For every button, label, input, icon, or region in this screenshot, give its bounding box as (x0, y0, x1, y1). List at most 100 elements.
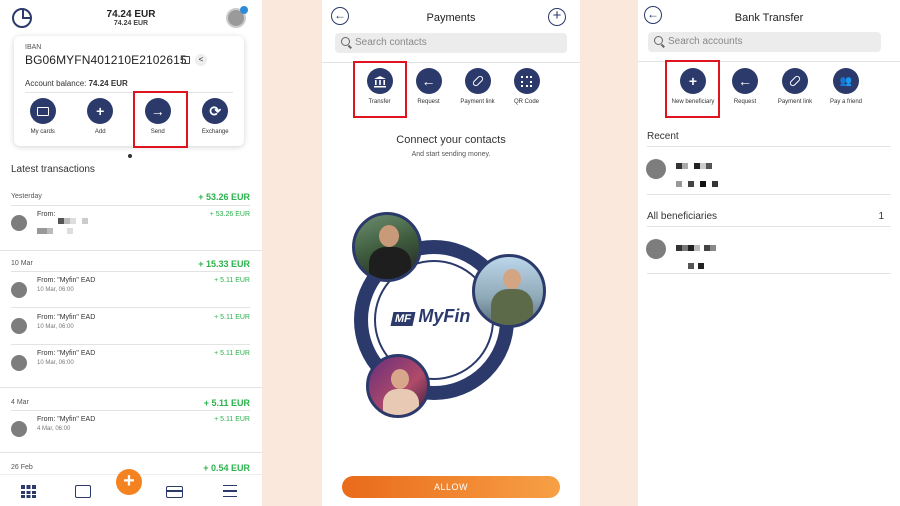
day-label: 26 Feb (11, 464, 33, 471)
iban-value: BG06MYFN401210E2102615 (25, 53, 187, 67)
transaction-amount: + 5.11 EUR (214, 277, 250, 284)
request-button[interactable]: ← Request (404, 68, 453, 105)
account-balance-label: Account balance: (25, 79, 87, 88)
myfin-logo: MF MyFin (390, 306, 471, 327)
page-indicator-dot (128, 154, 132, 158)
search-input[interactable]: Search contacts (335, 33, 567, 53)
divider (11, 205, 250, 206)
page-title: Payments (426, 12, 476, 24)
bank-icon (11, 421, 27, 437)
action-label: Pay a friend (829, 99, 863, 105)
bank-transfer-screen: ← Bank Transfer Search accounts + New be… (638, 0, 900, 506)
search-placeholder: Search accounts (668, 36, 743, 47)
transaction-date: 10 Mar, 06:00 (37, 287, 74, 293)
action-label: My cards (30, 129, 55, 135)
search-icon (654, 36, 663, 45)
myfin-logo-text: MyFin (418, 306, 471, 326)
divider (647, 146, 891, 147)
divider (0, 452, 262, 453)
page-title: Bank Transfer (734, 12, 804, 24)
send-highlight-box (133, 91, 188, 148)
transaction-date: 10 Mar, 06:00 (37, 360, 74, 366)
divider (0, 250, 262, 251)
plus-icon: + (87, 98, 114, 124)
search-input[interactable]: Search accounts (648, 32, 881, 52)
action-label: QR Code (513, 99, 539, 105)
bank-icon (11, 215, 27, 231)
share-icon[interactable]: < (195, 54, 207, 66)
copy-icon[interactable] (182, 56, 190, 64)
payment-link-button[interactable]: Payment link (453, 68, 502, 105)
transaction-amount: + 5.11 EUR (214, 350, 250, 357)
contact-photo-3 (366, 354, 430, 418)
allow-button[interactable]: ALLOW (342, 476, 560, 498)
card-actions: My cards + Add → Send ⟳ Exchange (14, 98, 244, 135)
account-balance-value: 74.24 EUR (88, 79, 128, 88)
action-label: Request (733, 99, 757, 105)
account-balance-row: Account balance: 74.24 EUR (25, 79, 128, 88)
divider (11, 344, 250, 345)
transaction-from: From: "Myfin" EAD (37, 277, 96, 284)
analytics-icon[interactable] (75, 485, 91, 498)
contact-photo-2 (472, 254, 546, 328)
transaction-amount: + 5.11 EUR (214, 416, 250, 423)
action-label: Exchange (201, 129, 229, 135)
day-total: + 53.26 EUR (198, 192, 250, 202)
header-balance: 74.24 EUR (106, 9, 156, 20)
bank-icon (11, 355, 27, 371)
myfin-logo-mark: MF (390, 312, 416, 326)
iban-label: IBAN (25, 44, 42, 51)
action-label: Payment link (460, 99, 495, 105)
add-button[interactable]: + Add (75, 98, 125, 135)
transaction-from: From: (37, 211, 56, 218)
new-beneficiary-highlight-box (665, 60, 720, 118)
card-nav-icon[interactable] (166, 486, 183, 498)
avatar[interactable] (226, 6, 248, 28)
beneficiaries-count: 1 (878, 211, 884, 222)
transaction-from: From: "Myfin" EAD (37, 314, 96, 321)
divider (0, 387, 262, 388)
arrow-left-icon: ← (732, 68, 758, 94)
arrow-left-icon: ← (415, 68, 442, 94)
search-placeholder: Search contacts (355, 37, 427, 48)
menu-icon[interactable] (223, 485, 237, 497)
notification-dot (240, 6, 248, 14)
redacted-detail (37, 221, 73, 239)
day-total: + 15.33 EUR (198, 259, 250, 269)
redacted-name (676, 156, 746, 192)
my-cards-button[interactable]: My cards (18, 98, 68, 135)
day-total: + 5.11 EUR (203, 398, 250, 408)
exchange-button[interactable]: ⟳ Exchange (190, 98, 240, 135)
qr-code-button[interactable]: QR Code (502, 68, 551, 105)
grid-icon[interactable] (21, 485, 36, 498)
action-label: Payment link (777, 99, 813, 105)
recent-label: Recent (647, 131, 679, 142)
divider (25, 92, 233, 93)
pay-a-friend-button[interactable]: 👥 Pay a friend (820, 68, 872, 105)
account-card: IBAN BG06MYFN401210E2102615 < Account ba… (14, 36, 244, 146)
divider (647, 273, 891, 274)
header-balance-sub: 74.24 EUR (113, 20, 149, 27)
fab-plus-button[interactable]: + (116, 469, 142, 495)
payments-screen: ← Payments + Search contacts Transfer ← … (322, 0, 580, 506)
dashboard-screen: 74.24 EUR 74.24 EUR IBAN BG06MYFN401210E… (0, 0, 262, 506)
transaction-amount: + 5.11 EUR (214, 314, 250, 321)
exchange-icon: ⟳ (202, 98, 229, 124)
add-contact-icon[interactable]: + (548, 8, 566, 26)
payment-link-button[interactable]: Payment link (770, 68, 820, 105)
action-label: Add (94, 129, 106, 135)
link-icon (782, 68, 808, 94)
connect-title: Connect your contacts (396, 134, 506, 146)
transaction-date: 10 Mar, 06:00 (37, 324, 74, 330)
transaction-date: 4 Mar, 06:00 (37, 426, 71, 432)
request-button[interactable]: ← Request (720, 68, 770, 105)
divider (647, 194, 891, 195)
transaction-from: From: "Myfin" EAD (37, 350, 96, 357)
all-beneficiaries-label: All beneficiaries (647, 211, 718, 222)
transaction-from: From: "Myfin" EAD (37, 416, 96, 423)
day-label: 10 Mar (11, 260, 33, 267)
bank-icon (646, 239, 666, 259)
latest-transactions-title: Latest transactions (11, 164, 95, 175)
qr-icon (513, 68, 540, 94)
bottom-nav: + (0, 469, 262, 506)
